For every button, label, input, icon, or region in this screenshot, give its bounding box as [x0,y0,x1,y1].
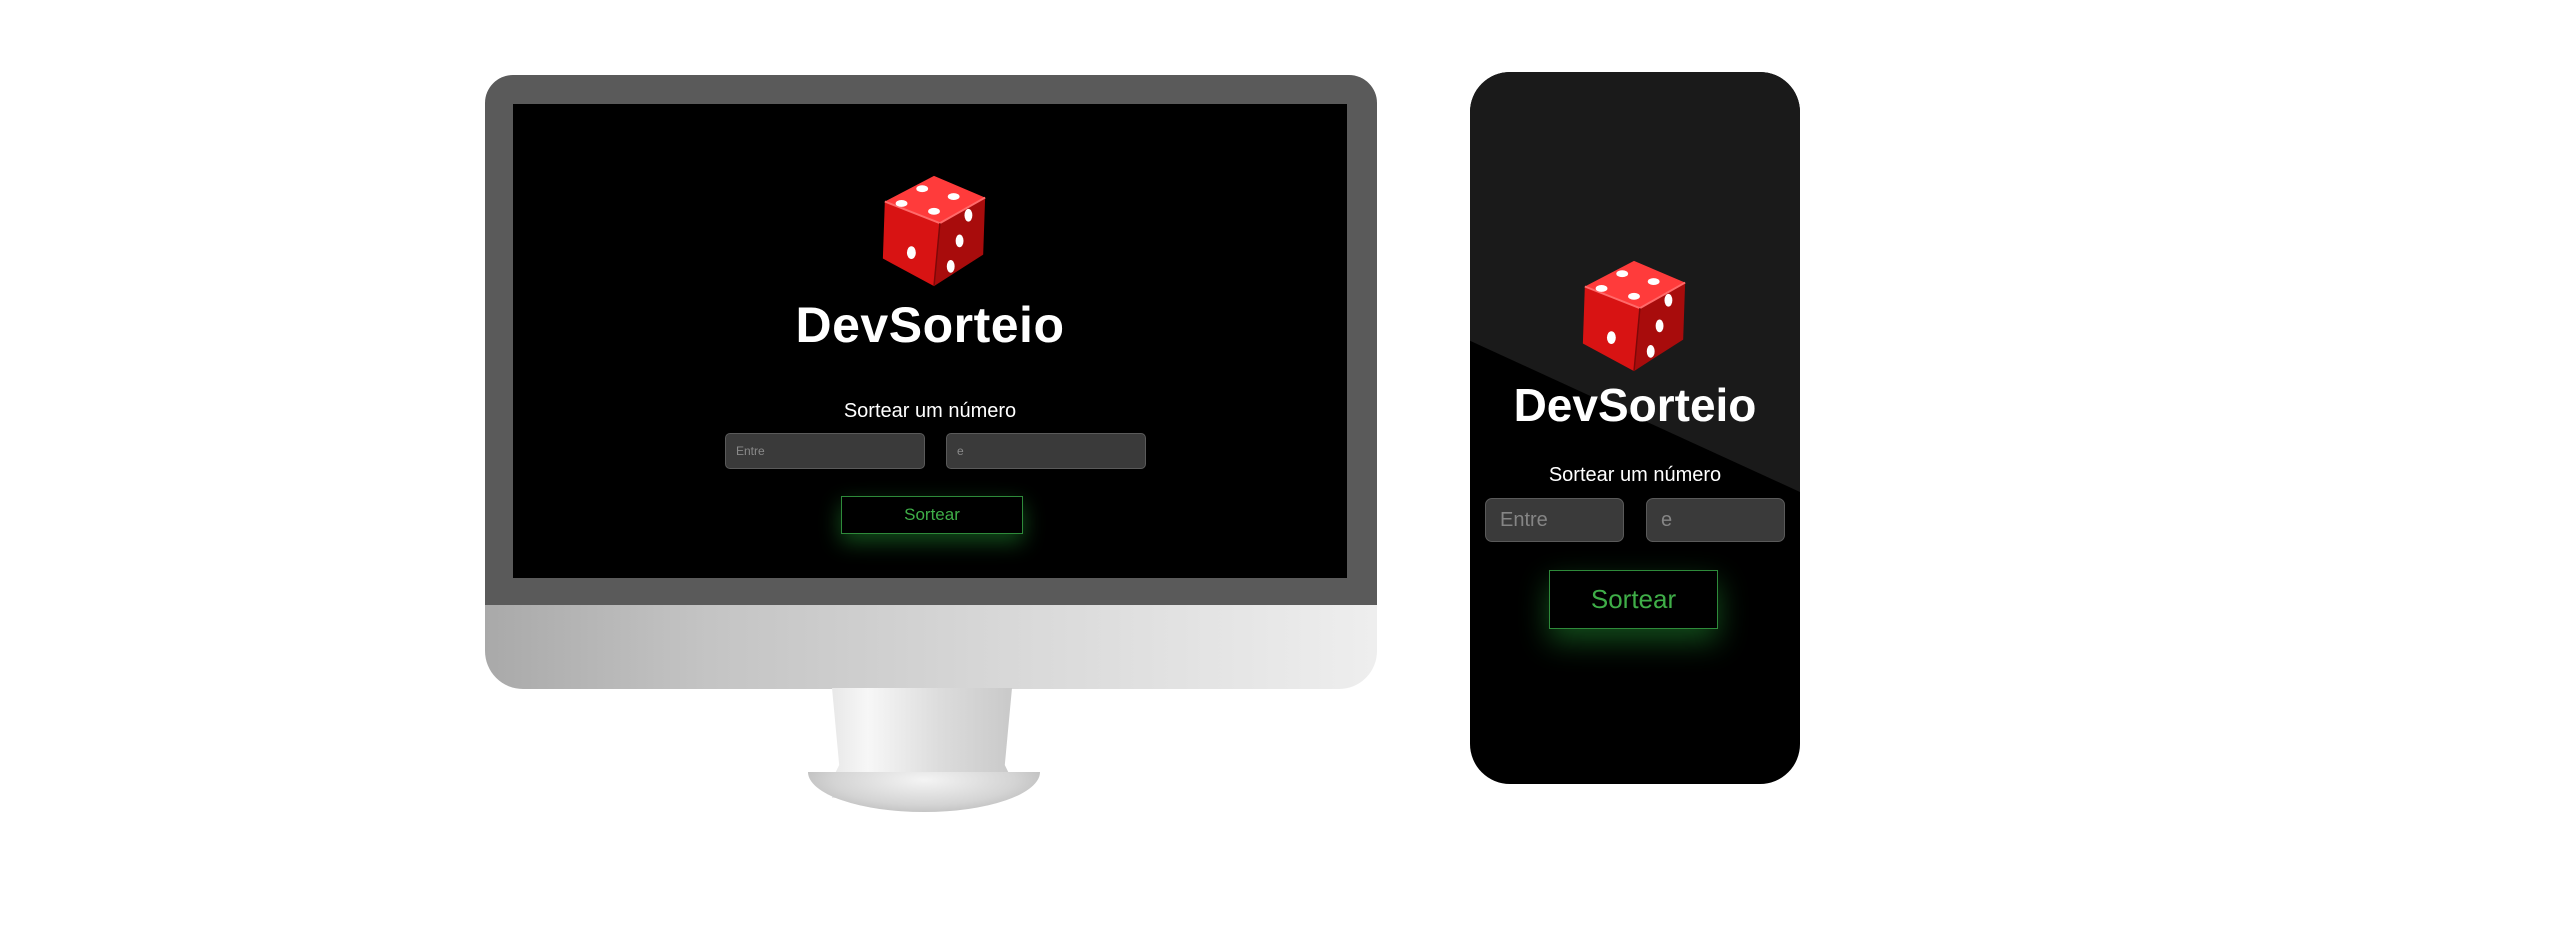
subtitle: Sortear um número [843,400,1017,422]
draw-button[interactable]: Sortear [841,496,1023,534]
app-title: DevSorteio [795,297,1065,353]
min-number-input[interactable] [1485,498,1624,542]
min-number-input[interactable] [725,433,925,469]
draw-button[interactable]: Sortear [1549,570,1718,629]
max-number-input[interactable] [946,433,1146,469]
app-title: DevSorteio [1513,379,1757,431]
monitor-stand-base [808,772,1040,812]
dice-icon [882,175,986,287]
subtitle: Sortear um número [1548,464,1722,486]
max-number-input[interactable] [1646,498,1785,542]
phone-frame: DevSorteio Sortear um número Sortear [1470,72,1800,784]
dice-icon [1582,260,1686,372]
monitor-chin [485,605,1377,689]
